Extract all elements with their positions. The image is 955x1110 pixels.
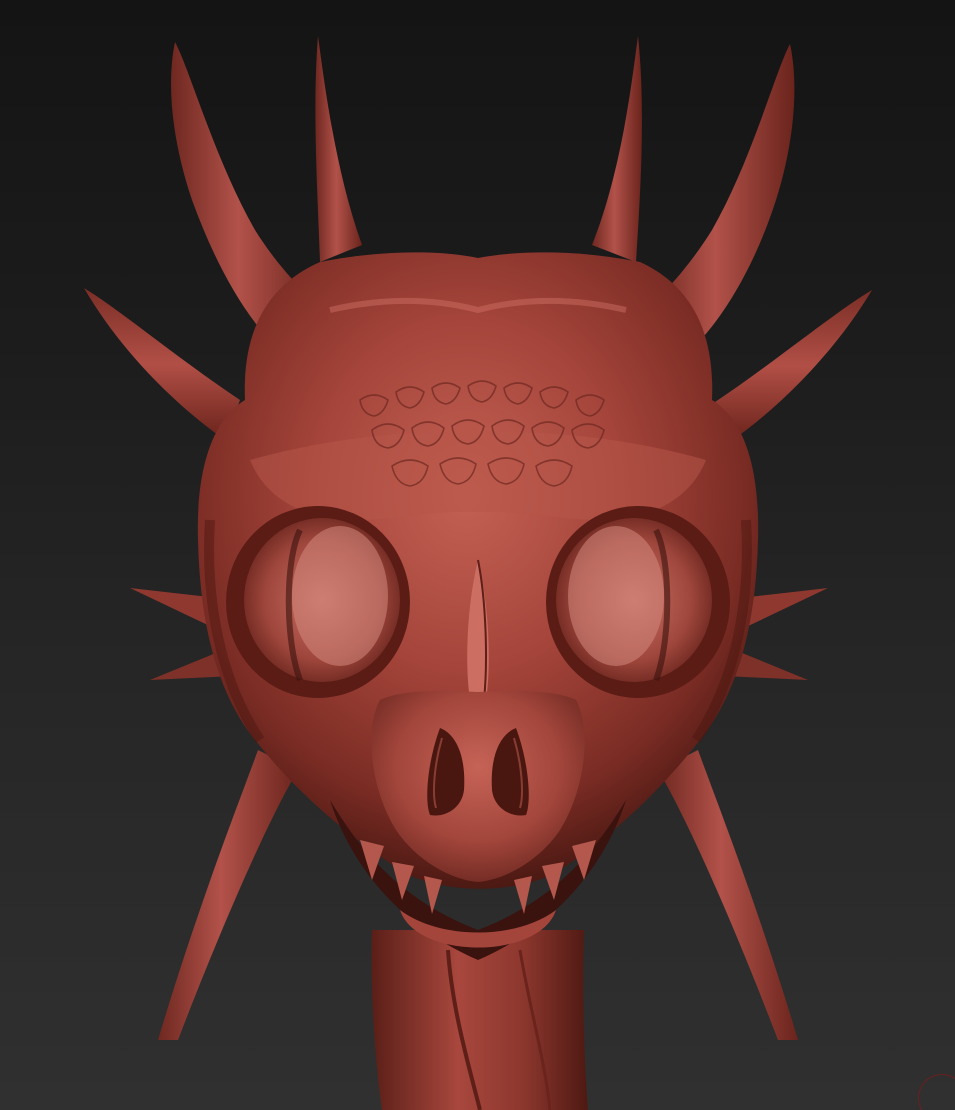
eye-socket-left (226, 506, 410, 698)
eye-socket-right (546, 506, 730, 698)
dragon-skull-sculpt (84, 36, 872, 1110)
horn-top-right-inner (592, 36, 642, 262)
tusk-lower-right (658, 750, 798, 1040)
horn-side-right (715, 290, 872, 442)
tusk-lower-left (158, 750, 298, 1040)
sculpt-viewport[interactable] (0, 0, 955, 1110)
horn-top-left-inner (315, 36, 362, 262)
horn-side-left (84, 288, 240, 440)
